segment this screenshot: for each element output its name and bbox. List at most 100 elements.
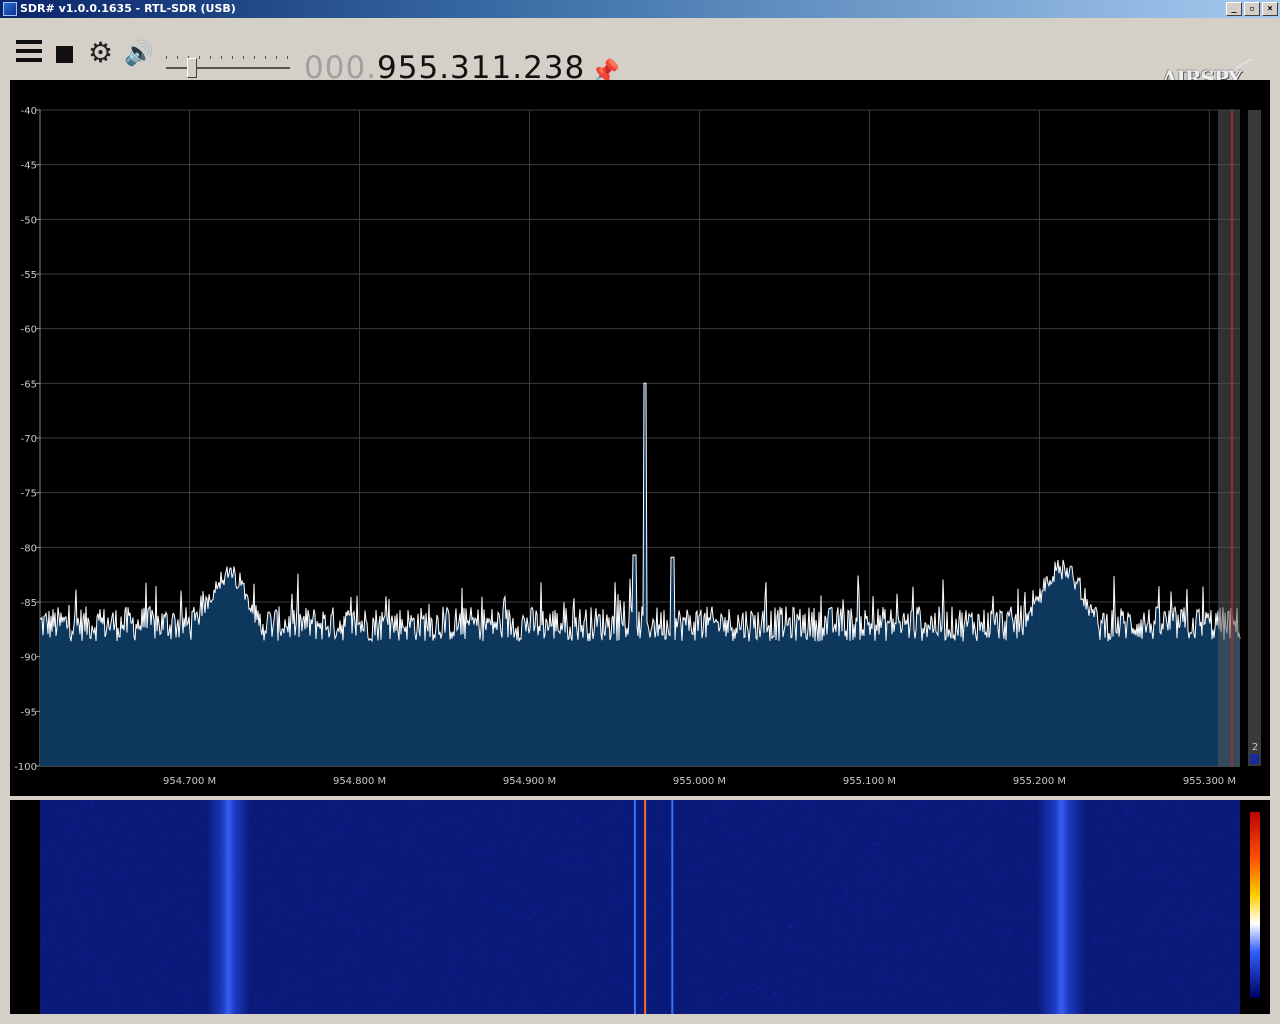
waterfall-noise	[1198, 849, 1201, 851]
waterfall-noise	[862, 811, 865, 812]
waterfall-noise	[752, 857, 755, 859]
waterfall-noise	[304, 818, 307, 820]
waterfall-noise	[736, 984, 739, 986]
waterfall-noise	[506, 908, 509, 910]
waterfall-noise	[737, 833, 740, 835]
waterfall-noise	[352, 964, 355, 966]
waterfall-noise	[254, 999, 257, 1001]
waterfall-noise	[479, 851, 482, 852]
waterfall-noise	[395, 986, 398, 988]
gear-icon[interactable]: ⚙	[88, 39, 114, 67]
waterfall-noise	[411, 801, 414, 803]
waterfall-noise	[86, 955, 89, 957]
waterfall-noise	[917, 927, 919, 929]
waterfall-noise	[347, 898, 350, 900]
waterfall-noise	[994, 930, 997, 932]
waterfall-noise	[1092, 938, 1095, 940]
waterfall-noise	[859, 911, 862, 913]
stop-icon[interactable]	[56, 46, 73, 63]
waterfall-noise	[658, 907, 661, 909]
speaker-icon[interactable]: 🔊	[124, 40, 154, 66]
spectrum-plot[interactable]: -40 -45 -50 -55 -60 -65 -70 -75 -80 -85 -90 -95 -100…	[10, 80, 1270, 796]
waterfall-noise	[850, 947, 853, 949]
y-tick-label: -80	[21, 543, 37, 554]
hamburger-menu-icon[interactable]	[16, 40, 42, 62]
waterfall-noise	[554, 914, 556, 915]
waterfall-noise	[1227, 895, 1229, 896]
x-tick-label: 955.200 M	[1013, 776, 1066, 787]
waterfall-noise	[809, 843, 811, 845]
waterfall-noise	[1090, 969, 1093, 971]
waterfall-noise	[560, 808, 563, 810]
waterfall-noise	[639, 822, 642, 824]
waterfall-noise	[472, 810, 475, 812]
waterfall-noise	[335, 967, 338, 969]
waterfall-noise	[843, 931, 846, 932]
slider-thumb[interactable]	[187, 58, 197, 78]
waterfall-noise	[1020, 819, 1023, 821]
waterfall-noise	[729, 838, 732, 840]
close-button[interactable]: ×	[1262, 2, 1278, 16]
waterfall-noise	[387, 935, 390, 937]
waterfall-display[interactable]	[10, 800, 1270, 1014]
waterfall-noise	[703, 997, 705, 999]
y-tick-label: -95	[21, 707, 37, 718]
waterfall-noise	[90, 805, 93, 807]
waterfall-noise	[722, 812, 725, 814]
waterfall-noise	[899, 811, 902, 812]
waterfall-noise	[804, 802, 807, 804]
waterfall-noise	[81, 931, 84, 933]
waterfall-noise	[1173, 829, 1176, 831]
waterfall-noise	[91, 803, 94, 805]
waterfall-noise	[923, 968, 925, 970]
waterfall-noise	[780, 814, 783, 816]
waterfall-noise	[504, 845, 507, 847]
waterfall-noise	[713, 806, 716, 808]
waterfall-noise	[75, 831, 78, 832]
waterfall-noise	[606, 819, 609, 821]
waterfall-noise	[926, 860, 929, 862]
waterfall-noise	[1123, 864, 1126, 866]
app-icon	[3, 2, 17, 16]
waterfall-noise	[348, 1006, 351, 1008]
waterfall-plot[interactable]	[10, 800, 1270, 1014]
waterfall-noise	[411, 843, 413, 845]
waterfall-noise	[448, 940, 451, 942]
waterfall-noise	[565, 917, 568, 919]
waterfall-noise	[1213, 912, 1216, 914]
spectrum-analyzer[interactable]: -40 -45 -50 -55 -60 -65 -70 -75 -80 -85 -90 -95 -100…	[10, 80, 1270, 796]
waterfall-noise	[49, 941, 52, 943]
waterfall-noise	[831, 916, 834, 918]
waterfall-noise	[617, 807, 620, 809]
waterfall-noise	[943, 818, 946, 820]
waterfall-noise	[519, 1001, 522, 1003]
waterfall-noise	[182, 915, 185, 917]
waterfall-noise	[516, 880, 519, 882]
waterfall-noise	[1233, 973, 1236, 975]
waterfall-noise	[1026, 805, 1029, 807]
waterfall-noise	[1179, 878, 1182, 880]
x-tick-label: 954.700 M	[163, 776, 216, 787]
waterfall-noise	[985, 909, 988, 910]
waterfall-noise	[915, 805, 918, 807]
waterfall-noise	[623, 900, 626, 902]
waterfall-noise	[805, 862, 808, 864]
waterfall-noise	[45, 849, 48, 851]
waterfall-band	[207, 800, 251, 1014]
waterfall-noise	[382, 841, 385, 843]
waterfall-noise	[892, 904, 895, 906]
waterfall-noise	[186, 905, 189, 907]
restore-button[interactable]: ▫	[1244, 2, 1260, 16]
waterfall-noise	[527, 1001, 530, 1003]
y-tick-label: -45	[21, 161, 37, 172]
waterfall-noise	[651, 914, 654, 916]
waterfall-noise	[496, 823, 499, 824]
waterfall-noise	[1110, 875, 1113, 877]
waterfall-noise	[1235, 842, 1238, 844]
waterfall-noise	[976, 846, 979, 848]
waterfall-noise	[692, 868, 694, 869]
waterfall-noise	[554, 833, 557, 834]
waterfall-noise	[258, 908, 261, 910]
minimize-button[interactable]: _	[1226, 2, 1242, 16]
x-tick-label: 955.000 M	[673, 776, 726, 787]
